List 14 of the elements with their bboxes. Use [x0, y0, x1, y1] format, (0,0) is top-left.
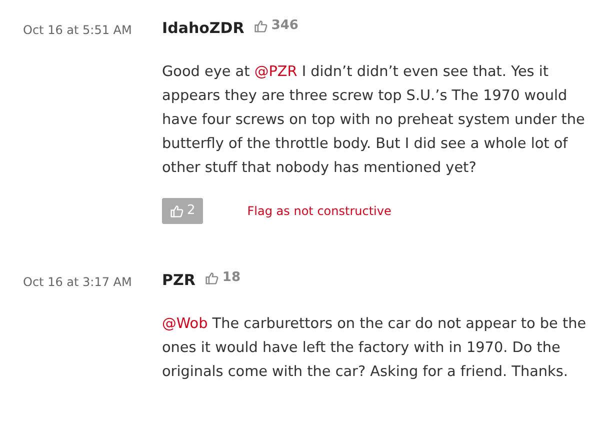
mention-link[interactable]: @Wob [162, 316, 208, 332]
timestamp: Oct 16 at 3:17 AM [23, 274, 133, 290]
author-name: IdahoZDR [162, 19, 244, 37]
thumbs-up-icon [254, 19, 268, 33]
timestamp: Oct 16 at 5:51 AM [23, 22, 133, 39]
thumbs-up-icon [205, 270, 220, 284]
mention-link[interactable]: @PZR [254, 64, 298, 80]
like-count: 18 [222, 268, 241, 287]
like-count: 346 [271, 17, 298, 36]
comment-text: Good eye at @PZR I didn’t didn’t even see that. Yes it appears they are three screw top S.U.’s The 1970 would have four screws on top with no preheat system under the butterfly of the throttle body. But I did see a whole lot of other stuff that nobody has mentioned yet? [162, 63, 586, 178]
comment-text: @Wob The carburettors on the car do not appear to be the ones it would have left the factory with in 1970. Do the originals come with the car? Asking for a friend. Thanks. [162, 314, 588, 382]
author-name: PZR [162, 270, 196, 288]
flag-link[interactable]: Flag as not constructive [247, 202, 392, 220]
thumbs-up-icon [170, 204, 184, 218]
